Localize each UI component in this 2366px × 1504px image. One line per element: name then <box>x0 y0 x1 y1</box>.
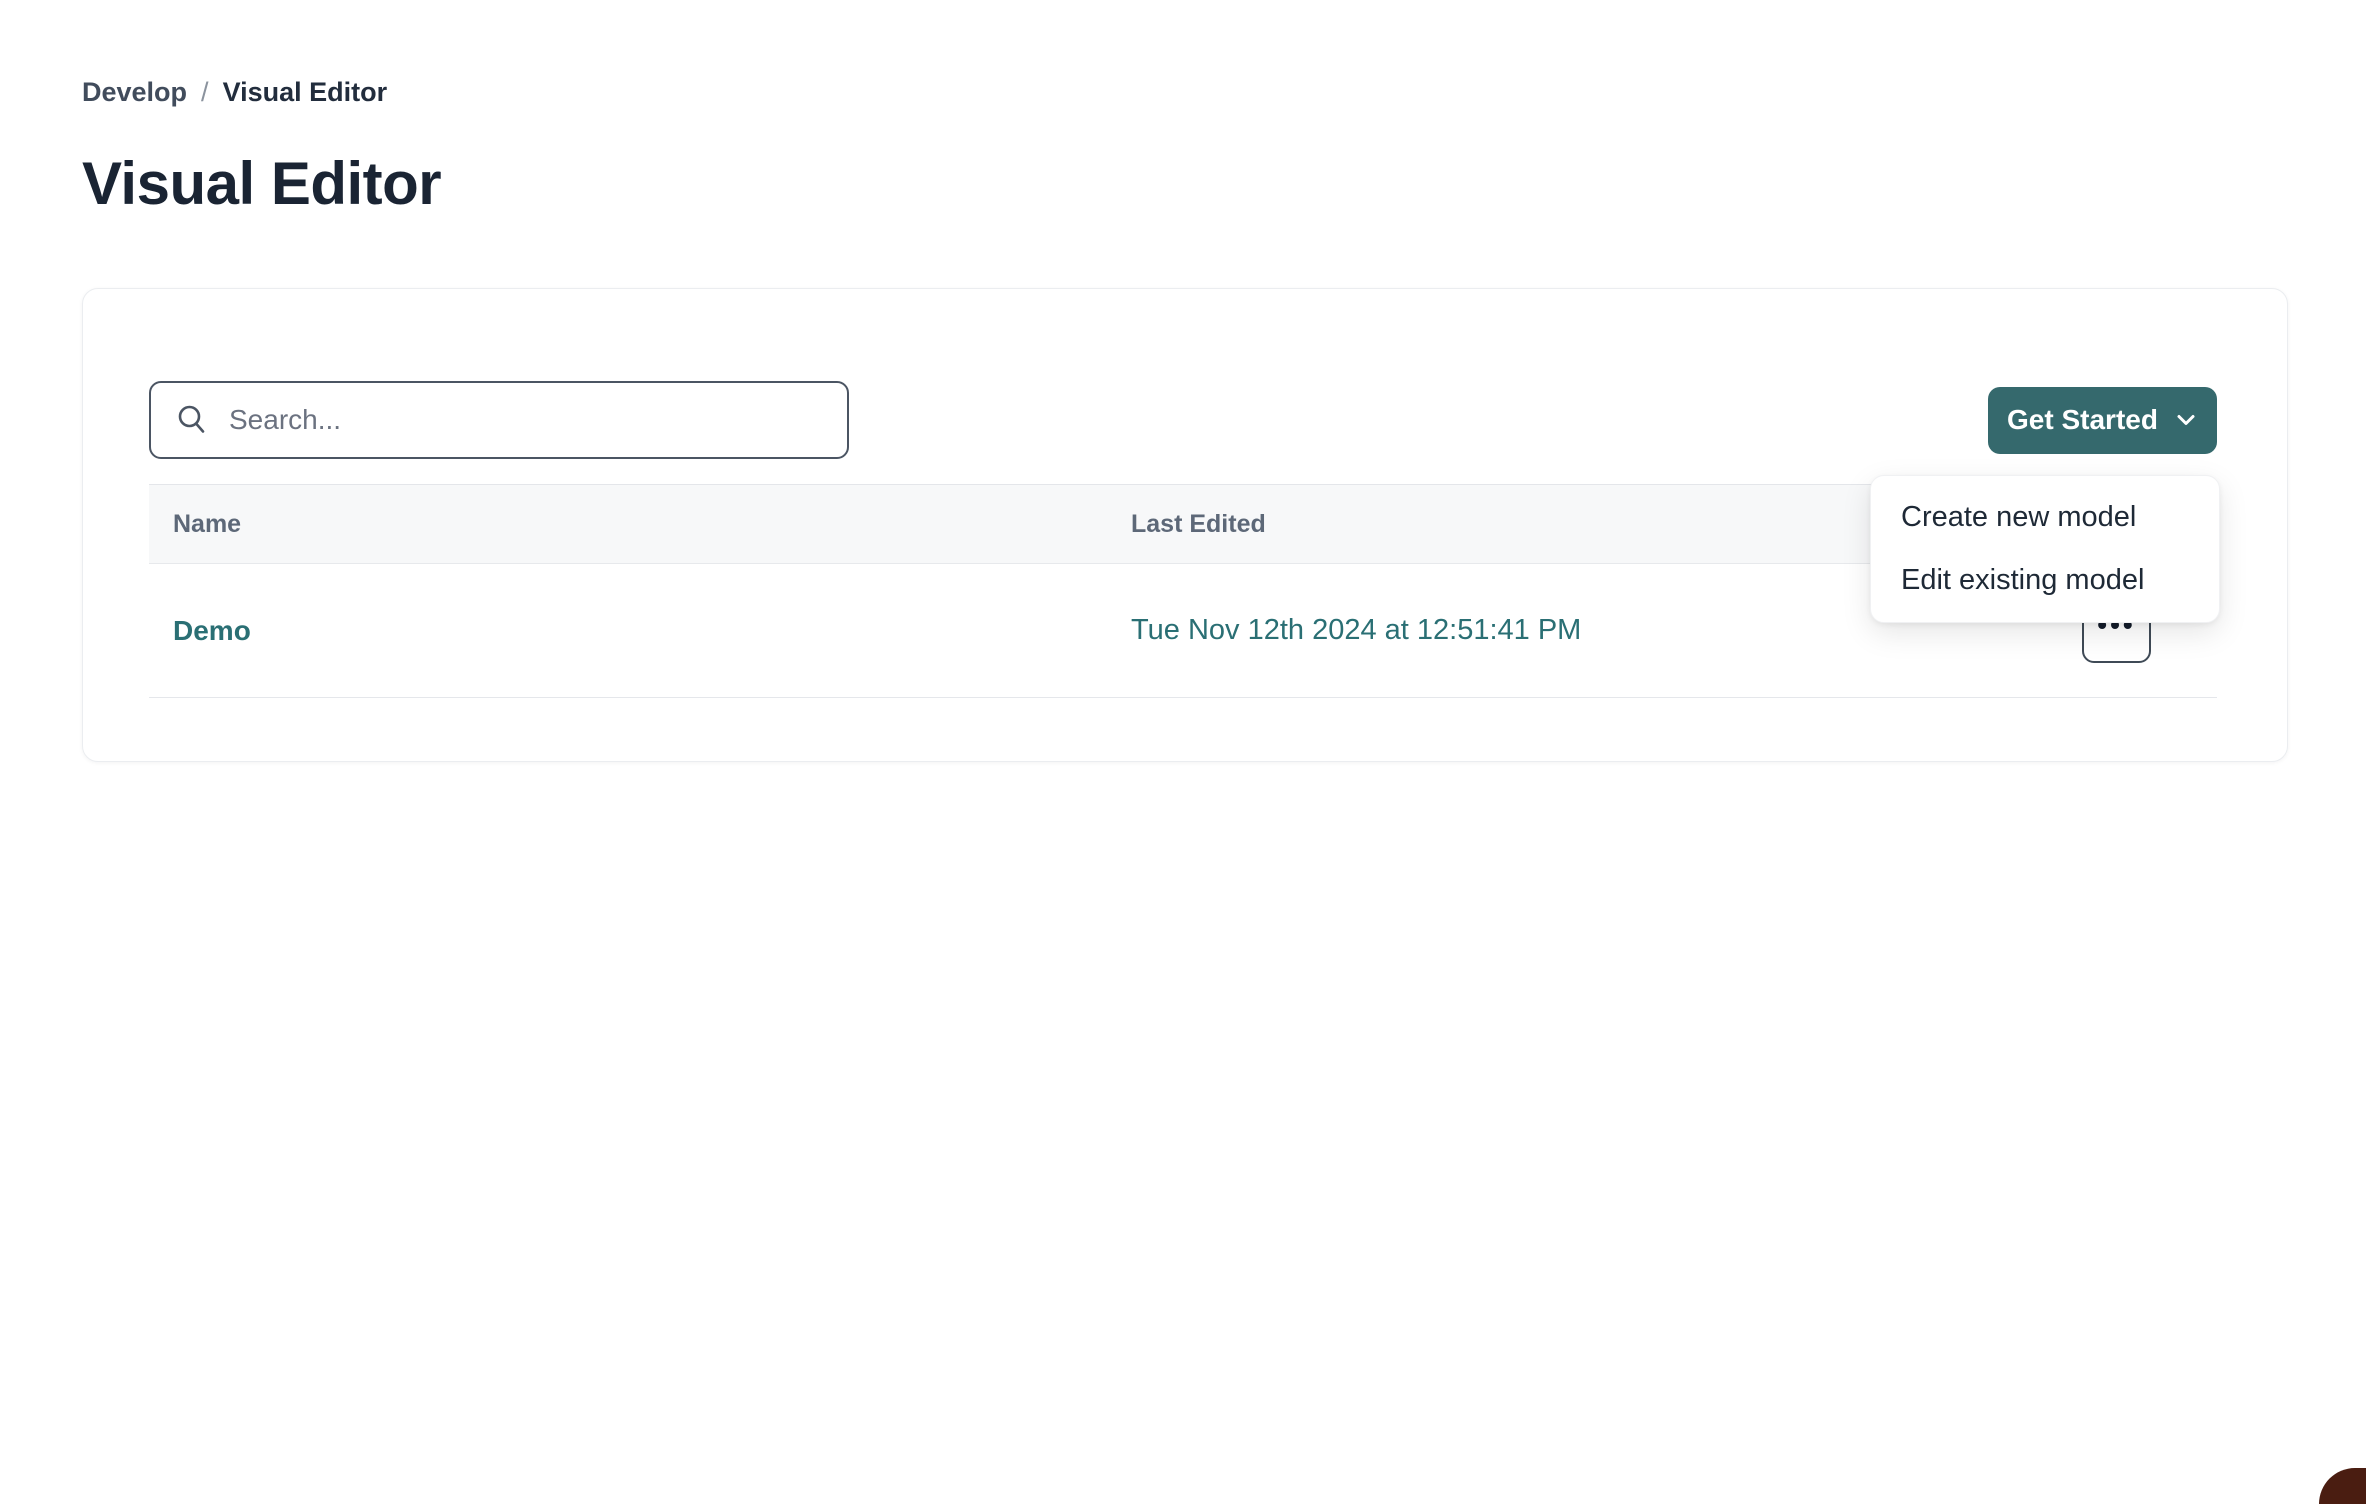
get-started-dropdown: Create new model Edit existing model <box>1870 475 2220 623</box>
page-title: Visual Editor <box>82 152 2288 215</box>
model-name-link[interactable]: Demo <box>173 615 251 646</box>
corner-widget-button[interactable] <box>2319 1468 2366 1504</box>
chevron-down-icon <box>2174 408 2198 432</box>
breadcrumb-item-visual-editor: Visual Editor <box>223 76 388 108</box>
get-started-button[interactable]: Get Started <box>1988 387 2217 454</box>
breadcrumb: Develop / Visual Editor <box>82 76 2288 108</box>
toolbar: Get Started <box>149 381 2217 459</box>
main-content: Develop / Visual Editor Visual Editor Ge… <box>0 0 2366 762</box>
row-name-cell: Demo <box>149 615 1131 647</box>
breadcrumb-separator: / <box>201 76 209 108</box>
column-header-name: Name <box>149 510 1131 539</box>
search-box[interactable] <box>149 381 849 459</box>
page: Develop / Visual Editor Visual Editor Ge… <box>0 0 2366 1504</box>
menu-item-create-new-model[interactable]: Create new model <box>1871 486 2219 549</box>
menu-item-edit-existing-model[interactable]: Edit existing model <box>1871 549 2219 612</box>
search-icon <box>175 403 209 437</box>
search-input[interactable] <box>229 404 823 436</box>
breadcrumb-item-develop[interactable]: Develop <box>82 76 187 108</box>
last-edited-link[interactable]: Tue Nov 12th 2024 at 12:51:41 PM <box>1131 614 1581 646</box>
get-started-label: Get Started <box>2007 404 2158 436</box>
